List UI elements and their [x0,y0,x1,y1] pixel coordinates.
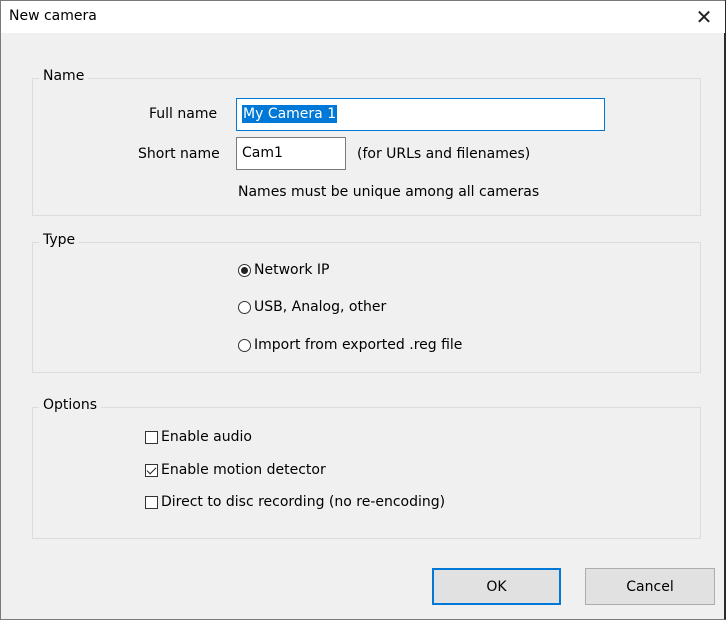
radio-network-ip[interactable]: Network IP [238,262,329,278]
cancel-button-label: Cancel [626,578,674,595]
new-camera-dialog: New camera ✕ Name Full name My Camera 1 … [0,0,726,620]
checkbox-unchecked-icon [145,495,158,509]
checkbox-checked-icon [145,463,158,477]
radio-import-reg-label: Import from exported .reg file [254,337,463,353]
short-name-value: Cam1 [242,145,283,161]
full-name-input[interactable]: My Camera 1 [236,98,605,131]
ok-button[interactable]: OK [432,568,561,605]
radio-selected-icon [238,263,251,277]
radio-unselected-icon [238,338,251,352]
short-name-label: Short name [138,146,220,162]
short-name-input[interactable]: Cam1 [236,137,346,170]
short-name-hint: (for URLs and filenames) [357,146,531,162]
close-icon: ✕ [695,5,713,29]
cancel-button[interactable]: Cancel [585,568,715,605]
type-group-label: Type [39,232,80,248]
name-group-label: Name [39,68,89,84]
full-name-label: Full name [149,106,218,122]
ok-button-label: OK [486,578,507,595]
radio-import-reg[interactable]: Import from exported .reg file [238,337,462,353]
checkbox-enable-motion-detector[interactable]: Enable motion detector [145,462,326,478]
checkbox-unchecked-icon [145,430,158,444]
radio-usb-analog[interactable]: USB, Analog, other [238,299,386,315]
full-name-selected-text: My Camera 1 [242,105,338,123]
checkbox-enable-motion-detector-label: Enable motion detector [161,462,326,478]
checkbox-enable-audio-label: Enable audio [161,429,252,445]
radio-unselected-icon [238,300,251,314]
options-group [32,407,701,539]
window-title: New camera [9,8,97,24]
options-group-label: Options [39,397,102,413]
close-button[interactable]: ✕ [687,3,721,31]
radio-network-ip-label: Network IP [254,262,330,278]
checkbox-direct-to-disc-label: Direct to disc recording (no re-encoding… [161,494,446,510]
radio-usb-analog-label: USB, Analog, other [254,299,387,315]
checkbox-enable-audio[interactable]: Enable audio [145,429,252,445]
title-bar: New camera ✕ [1,1,725,33]
uniqueness-note: Names must be unique among all cameras [238,184,540,200]
checkbox-direct-to-disc[interactable]: Direct to disc recording (no re-encoding… [145,494,445,510]
